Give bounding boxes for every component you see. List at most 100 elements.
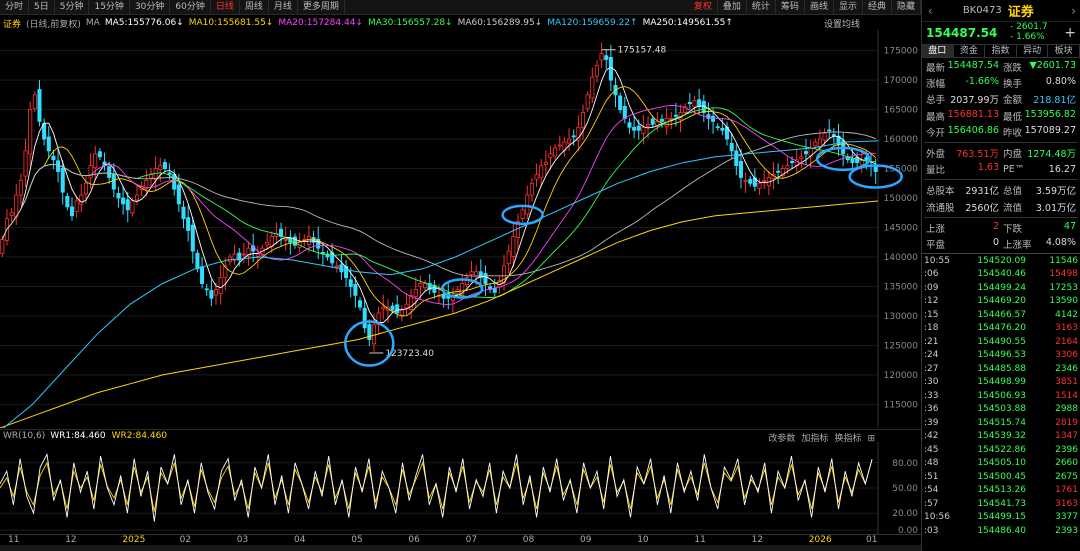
candlestick-chart[interactable]: 115000 120000 125000 130000 135000 140000 1450… (0, 30, 921, 428)
tick-list[interactable]: 10:55 154520.09 11546:06 154540.46 15498:09 1… (922, 253, 1080, 538)
tick-price: 154515.74 (977, 417, 1026, 428)
toolbar-action-1[interactable]: 叠加 (718, 0, 747, 15)
chart-mode: (日线,前复权) (26, 19, 81, 30)
candle-body (492, 287, 497, 293)
wr-indicator-chart[interactable]: 80.00 50.00 20.00 0.00 (0, 442, 921, 534)
quote-value: 0.80% (1045, 76, 1076, 88)
tick-row: :06 154540.46 15498 (924, 268, 1078, 282)
quote-cell: 外盘 763.51万 (924, 146, 1001, 160)
back-arrow-icon[interactable]: ‹ (928, 4, 933, 18)
tick-time: :09 (924, 282, 939, 293)
panel-tab-3[interactable]: 异动 (1017, 45, 1049, 57)
quote-label: 总手 (926, 95, 946, 107)
candle-body (697, 99, 702, 108)
period-tab-1[interactable]: 5日 (29, 0, 55, 15)
tick-volume: 3163 (1055, 498, 1078, 509)
y-tick-label: 115000 (884, 400, 919, 410)
candle-body (334, 265, 339, 268)
tick-time: :12 (924, 296, 939, 307)
indicator-tab-strip[interactable] (0, 545, 921, 551)
period-tab-2[interactable]: 5分钟 (55, 0, 90, 15)
tick-time: :21 (924, 336, 939, 347)
toolbar-action-4[interactable]: 画线 (805, 0, 834, 15)
x-axis: 11 12 2025 02 03 04 05 06 07 08 09 10 11 12 2026 01 (0, 534, 921, 545)
forward-arrow-icon[interactable]: › (1071, 4, 1076, 18)
period-tab-3[interactable]: 15分钟 (89, 0, 130, 15)
panel-tab-4[interactable]: 板块 (1048, 45, 1080, 57)
period-tab-5[interactable]: 60分钟 (170, 0, 211, 15)
candle-body (534, 174, 539, 180)
y-tick-label: 135000 (884, 282, 919, 292)
candle-body (107, 166, 112, 178)
candle-body (748, 178, 753, 184)
x-tick-label: 12 (65, 535, 77, 545)
candle-body (729, 142, 734, 152)
quote-cell: PE™ 16.27 (1001, 164, 1078, 175)
candle-body (111, 173, 116, 190)
candle-body (618, 95, 623, 111)
quote-cell: 昨收 157089.27 (1001, 125, 1078, 139)
toolbar-action-3[interactable]: 筹码 (776, 0, 805, 15)
candle-body (650, 118, 655, 125)
toolbar-action-7[interactable]: 隐藏 (892, 0, 921, 15)
quote-row: 上涨 2 下跌 47 (924, 220, 1078, 236)
quote-value: -1.66% (965, 76, 999, 88)
tick-time: :45 (924, 444, 939, 455)
tick-row: :18 154476.20 3163 (924, 322, 1078, 336)
tick-volume: 1761 (1055, 485, 1078, 496)
x-tick-label: 10 (637, 535, 649, 545)
quote-label: 流值 (1003, 202, 1023, 214)
candle-body (69, 206, 75, 217)
candle-body (738, 160, 743, 178)
period-tab-7[interactable]: 周线 (240, 0, 269, 15)
panel-tab-2[interactable]: 指数 (985, 45, 1017, 57)
tick-volume: 2988 (1055, 404, 1078, 415)
tick-volume: 11546 (1049, 255, 1078, 266)
tick-volume: 3306 (1055, 350, 1078, 361)
ma-item-1: MA10:155681.55↓ (188, 18, 274, 28)
candle-body (571, 135, 576, 138)
period-tab-6[interactable]: 日线 (211, 0, 240, 15)
toolbar-action-0[interactable]: 复权 (689, 0, 718, 15)
tick-time: :42 (924, 431, 939, 442)
toolbar-action-5[interactable]: 显示 (834, 0, 863, 15)
candle-body (469, 271, 474, 275)
quote-value: 47 (1063, 220, 1076, 232)
candle-body (213, 289, 219, 296)
candle-body (803, 151, 809, 155)
panel-header: ‹ BK0473 证券 › (922, 0, 1080, 22)
y-tick-label: 165000 (884, 106, 919, 116)
tick-volume: 2393 (1055, 525, 1078, 536)
panel-tab-0[interactable]: 盘口 (922, 45, 954, 57)
ma-items: MA5:155776.06↓ MA10:155681.55↓ MA20:157284… (105, 18, 738, 28)
tick-volume: 4142 (1055, 309, 1078, 320)
y-tick-label: 160000 (884, 135, 919, 145)
quote-value: 4.08% (1045, 236, 1076, 248)
toolbar-action-6[interactable]: 经典 (863, 0, 892, 15)
candle-body (46, 136, 51, 152)
period-tab-8[interactable]: 月线 (269, 0, 298, 15)
panel-tab-1[interactable]: 资金 (954, 45, 986, 57)
tick-time: :06 (924, 269, 939, 280)
candle-body (241, 253, 246, 256)
tick-price: 154490.55 (977, 336, 1026, 347)
period-tab-0[interactable]: 分时 (0, 0, 30, 15)
candle-body (636, 125, 641, 131)
tick-price: 154498.99 (977, 377, 1026, 388)
candle-body (632, 126, 637, 131)
quote-label: 上涨率 (1003, 239, 1032, 251)
toolbar-action-2[interactable]: 统计 (747, 0, 776, 15)
candle-body (97, 151, 102, 158)
change-percent: - 1.66% (1010, 32, 1045, 42)
candle-body (855, 156, 860, 164)
period-tab-4[interactable]: 30分钟 (130, 0, 171, 15)
candle-body (283, 238, 288, 241)
candle-body (32, 94, 37, 109)
add-watchlist-icon[interactable]: + (1064, 25, 1076, 41)
last-price: 154487.54 (926, 26, 998, 40)
index-name: 证券 (1007, 5, 1034, 20)
ma-settings-button[interactable]: 设置均线 (824, 17, 860, 30)
ma-item-2: MA20:157284.44↓ (278, 18, 363, 28)
period-tab-9[interactable]: 更多周期 (298, 0, 345, 15)
candle-body (395, 304, 400, 314)
